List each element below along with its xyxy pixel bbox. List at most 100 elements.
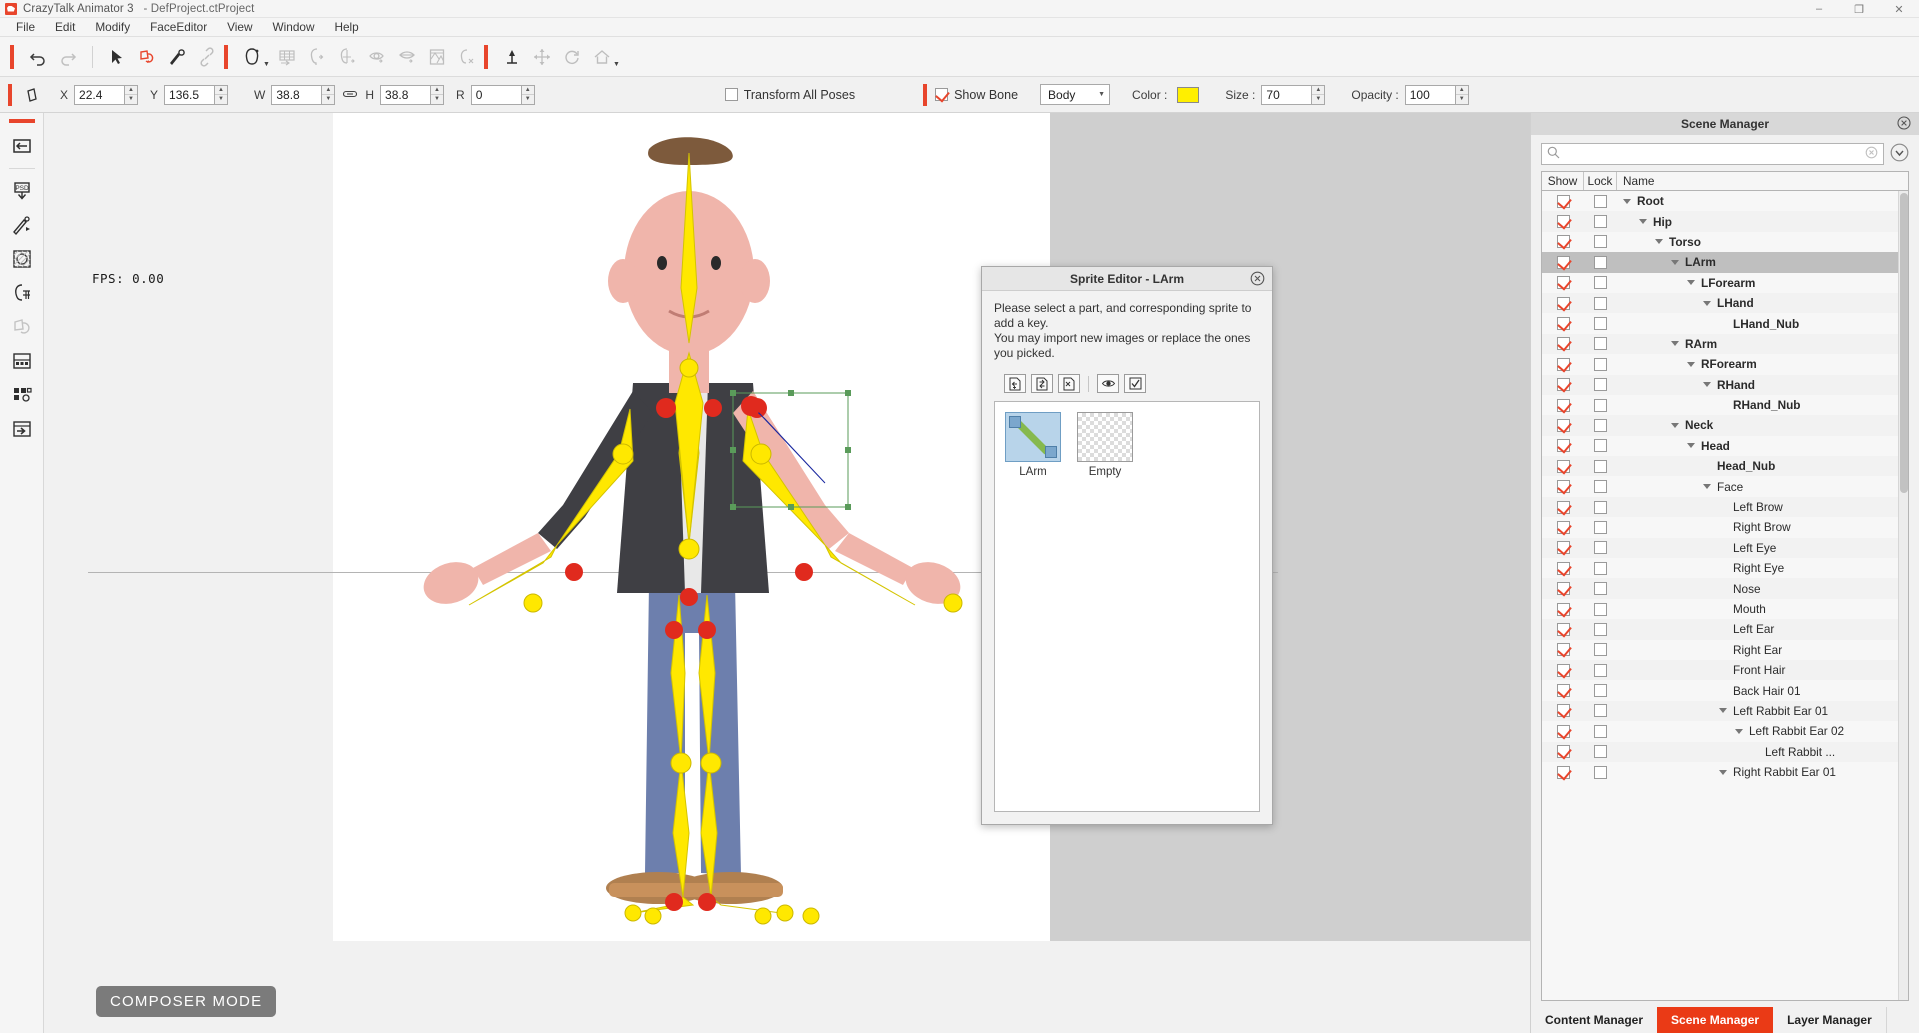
clear-circle-icon[interactable] xyxy=(1865,146,1878,162)
sprite-item-empty[interactable]: Empty xyxy=(1077,412,1133,478)
search-box[interactable] xyxy=(1541,143,1884,165)
w-stepper[interactable]: ▲▼ xyxy=(271,84,336,105)
expand-triangle-icon[interactable] xyxy=(1719,769,1727,775)
minimize-button[interactable]: – xyxy=(1799,0,1839,18)
tree-row[interactable]: Right Brow xyxy=(1542,517,1898,537)
sprite-badge-check-icon[interactable] xyxy=(1045,446,1057,458)
maximize-button[interactable]: ❐ xyxy=(1839,0,1879,18)
tree-row-show-checkbox[interactable] xyxy=(1542,276,1584,290)
select-arrow-icon[interactable] xyxy=(102,42,132,72)
tree-row-name[interactable]: Left Rabbit Ear 02 xyxy=(1617,724,1898,738)
aspect-ratio-link-icon[interactable] xyxy=(343,88,358,102)
tree-row-name[interactable]: Front Hair xyxy=(1617,663,1898,677)
expand-triangle-icon[interactable] xyxy=(1703,382,1711,388)
sprite-table-icon[interactable] xyxy=(5,344,39,378)
y-stepper[interactable]: ▲▼ xyxy=(164,84,229,105)
tree-row-lock-checkbox[interactable] xyxy=(1584,378,1617,392)
tree-row-show-checkbox[interactable] xyxy=(1542,500,1584,514)
tree-row[interactable]: Root xyxy=(1542,191,1898,211)
tree-row[interactable]: Mouth xyxy=(1542,599,1898,619)
tree-row-show-checkbox[interactable] xyxy=(1542,480,1584,494)
tree-row-show-checkbox[interactable] xyxy=(1542,622,1584,636)
menu-view[interactable]: View xyxy=(217,18,262,37)
pin-tool-icon[interactable] xyxy=(497,42,527,72)
tree-row-lock-checkbox[interactable] xyxy=(1584,541,1617,555)
sprite-grid-icon[interactable] xyxy=(5,378,39,412)
tree-row-lock-checkbox[interactable] xyxy=(1584,439,1617,453)
head-pin-icon[interactable] xyxy=(332,42,362,72)
tree-row-name[interactable]: Root xyxy=(1617,194,1898,208)
expand-triangle-icon[interactable] xyxy=(1671,259,1679,265)
scene-tree[interactable]: Root Hip Torso LArm LForearm LHand LHand_Nub RA… xyxy=(1541,190,1909,1001)
tree-row-lock-checkbox[interactable] xyxy=(1584,643,1617,657)
tree-row[interactable]: Hip xyxy=(1542,211,1898,232)
bone-pen-icon[interactable] xyxy=(5,208,39,242)
rotate-tool-icon[interactable] xyxy=(557,42,587,72)
tree-row-name[interactable]: Right Ear xyxy=(1617,643,1898,657)
close-button[interactable]: ✕ xyxy=(1879,0,1919,18)
replace-sprite-icon[interactable] xyxy=(1031,374,1053,393)
tree-row-lock-checkbox[interactable] xyxy=(1584,337,1617,351)
expand-triangle-icon[interactable] xyxy=(1703,484,1711,490)
tree-row-show-checkbox[interactable] xyxy=(1542,663,1584,677)
r-stepper[interactable]: ▲▼ xyxy=(470,84,535,105)
tree-row-lock-checkbox[interactable] xyxy=(1584,602,1617,616)
expand-triangle-icon[interactable] xyxy=(1687,361,1695,367)
bone-pen-tool-icon[interactable] xyxy=(162,42,192,72)
tree-row[interactable]: Left Ear xyxy=(1542,619,1898,640)
expand-triangle-icon[interactable] xyxy=(1719,708,1727,714)
tree-row-show-checkbox[interactable] xyxy=(1542,296,1584,310)
expand-triangle-icon[interactable] xyxy=(1687,443,1695,449)
y-stepper-arrows[interactable]: ▲ ▼ xyxy=(214,84,229,105)
tree-row-lock-checkbox[interactable] xyxy=(1584,704,1617,718)
tree-row-show-checkbox[interactable] xyxy=(1542,235,1584,249)
tree-row[interactable]: LHand xyxy=(1542,292,1898,314)
expand-triangle-icon[interactable] xyxy=(1703,300,1711,306)
menu-file[interactable]: File xyxy=(6,18,45,37)
x-stepper-arrows[interactable]: ▲ ▼ xyxy=(124,84,139,105)
apply-check-icon[interactable] xyxy=(1124,374,1146,393)
preview-eye-icon[interactable] xyxy=(1097,374,1119,393)
tab-layer-manager[interactable]: Layer Manager xyxy=(1773,1007,1886,1033)
tree-row-show-checkbox[interactable] xyxy=(1542,602,1584,616)
sprite-badge-replace-icon[interactable] xyxy=(1009,416,1021,428)
tree-row-name[interactable]: LArm xyxy=(1617,255,1898,269)
show-bone-checkbox[interactable]: Show Bone xyxy=(935,88,1018,102)
tree-row-lock-checkbox[interactable] xyxy=(1584,745,1617,759)
menu-window[interactable]: Window xyxy=(263,18,325,37)
close-icon[interactable] xyxy=(1897,116,1911,133)
tree-row-name[interactable]: Neck xyxy=(1617,418,1898,432)
tree-row[interactable]: Left Eye xyxy=(1542,537,1898,559)
tree-row[interactable]: Back Hair 01 xyxy=(1542,680,1898,700)
tree-row-lock-checkbox[interactable] xyxy=(1584,561,1617,575)
sprite-thumbnail-empty[interactable] xyxy=(1077,412,1133,462)
tree-row-name[interactable]: Right Brow xyxy=(1617,520,1898,534)
tree-row-show-checkbox[interactable] xyxy=(1542,459,1584,473)
tree-row[interactable]: Head_Nub xyxy=(1542,456,1898,477)
head-profile-icon[interactable] xyxy=(302,42,332,72)
tree-row-lock-checkbox[interactable] xyxy=(1584,276,1617,290)
tree-row-name[interactable]: Right Eye xyxy=(1617,561,1898,575)
tree-row-lock-checkbox[interactable] xyxy=(1584,500,1617,514)
expand-triangle-icon[interactable] xyxy=(1687,280,1695,286)
tree-row-lock-checkbox[interactable] xyxy=(1584,520,1617,534)
tree-row-lock-checkbox[interactable] xyxy=(1584,398,1617,412)
sprite-editor-dialog[interactable]: Sprite Editor - LArm Please select a par… xyxy=(981,266,1273,825)
bone-color-swatch[interactable] xyxy=(1177,86,1200,103)
character-artwork[interactable] xyxy=(333,113,1050,941)
tree-row-name[interactable]: RArm xyxy=(1617,337,1898,351)
redo-icon[interactable] xyxy=(53,42,83,72)
sprite-list[interactable]: LArm Empty xyxy=(994,401,1260,812)
transform-hand-icon[interactable] xyxy=(132,42,162,72)
tree-row-name[interactable]: Head xyxy=(1617,439,1898,453)
menu-modify[interactable]: Modify xyxy=(85,18,140,37)
size-stepper-arrows[interactable]: ▲ ▼ xyxy=(1311,84,1326,105)
tree-row[interactable]: Neck xyxy=(1542,415,1898,436)
size-input[interactable] xyxy=(1261,84,1312,105)
tree-row-name[interactable]: RHand_Nub xyxy=(1617,398,1898,412)
h-input[interactable] xyxy=(380,84,431,105)
transform-all-poses-box[interactable] xyxy=(724,88,738,101)
w-input[interactable] xyxy=(271,84,322,105)
w-stepper-arrows[interactable]: ▲ ▼ xyxy=(321,84,336,105)
opacity-stepper[interactable]: ▲▼ xyxy=(1404,84,1469,105)
